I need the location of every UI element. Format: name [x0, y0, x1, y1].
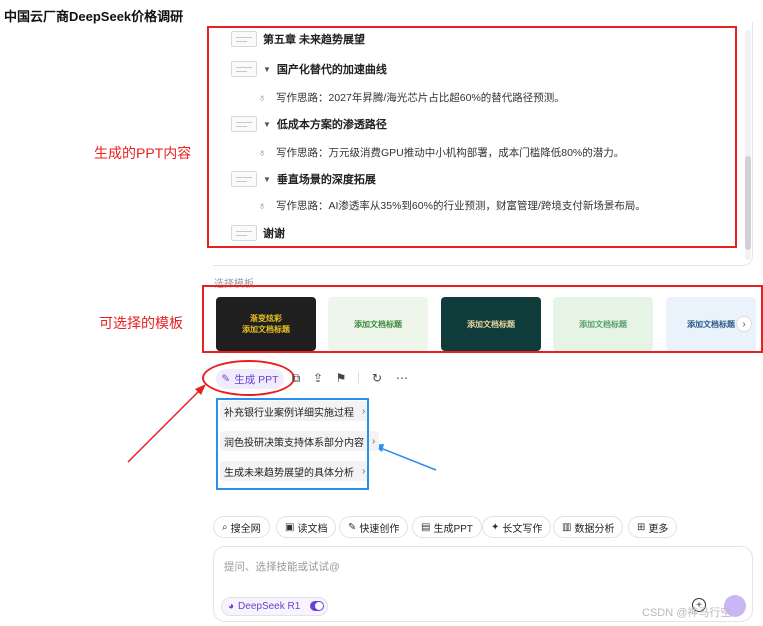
- pen-icon: ✎: [348, 521, 357, 533]
- blue-arrow-line: [377, 446, 437, 471]
- chevron-right-icon: ›: [372, 435, 376, 447]
- skill-data-analysis[interactable]: ▥ 数据分析: [553, 516, 624, 538]
- skill-search-web[interactable]: ⌕ 搜全网: [213, 516, 270, 538]
- skill-label: 长文写作: [502, 523, 543, 535]
- model-toggle-switch[interactable]: [310, 601, 324, 611]
- watermark: CSDN @神马行空: [642, 607, 732, 619]
- skill-label: 快速创作: [359, 523, 400, 535]
- grid-icon: ⊞: [637, 521, 646, 533]
- model-label: DeepSeek R1: [238, 601, 301, 612]
- skill-quick-create[interactable]: ✎ 快速创作: [339, 516, 409, 538]
- skill-label: 生成PPT: [433, 523, 473, 535]
- skill-more[interactable]: ⊞ 更多: [628, 516, 678, 538]
- skill-label: 数据分析: [574, 523, 615, 535]
- sparkle-icon: ✦: [491, 521, 500, 533]
- skill-generate-ppt[interactable]: ▤ 生成PPT: [412, 516, 482, 538]
- annotation-box-suggestions: [216, 398, 369, 490]
- skill-label: 读文档: [297, 523, 328, 535]
- document-icon: ▣: [285, 521, 295, 533]
- ppt-icon: ▤: [421, 521, 431, 533]
- whale-icon: ◕: [228, 601, 235, 612]
- skill-label: 更多: [648, 523, 669, 535]
- skill-long-writing[interactable]: ✦ 长文写作: [482, 516, 552, 538]
- search-icon: ⌕: [222, 521, 228, 533]
- skill-read-doc[interactable]: ▣ 读文档: [276, 516, 337, 538]
- chart-icon: ▥: [562, 521, 572, 533]
- chat-input-placeholder[interactable]: 提问、选择技能或试试@: [224, 559, 340, 574]
- red-arrow-line: [127, 387, 203, 463]
- skill-label: 搜全网: [230, 523, 261, 535]
